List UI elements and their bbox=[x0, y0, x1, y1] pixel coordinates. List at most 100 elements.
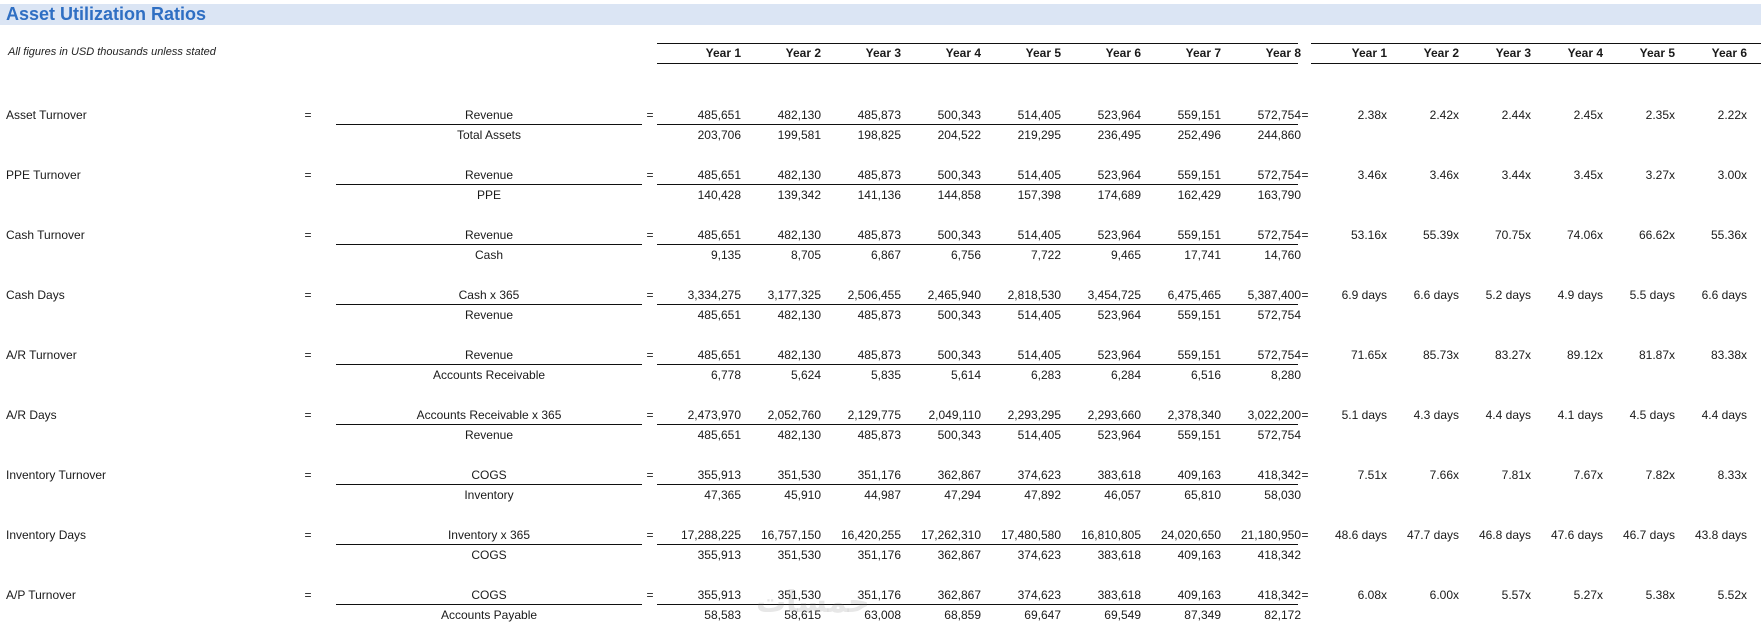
denominator-value: 559,151 bbox=[1177, 428, 1221, 442]
numerator-value: 374,623 bbox=[1017, 468, 1061, 482]
numerator-value: 2,049,110 bbox=[928, 408, 982, 422]
ratio-result: 4.4 days bbox=[1701, 408, 1747, 422]
denominator-value: 482,130 bbox=[777, 308, 821, 322]
denominator-value: 485,873 bbox=[857, 308, 901, 322]
numerator-value: 362,867 bbox=[937, 588, 981, 602]
equals-sign: = bbox=[646, 468, 654, 482]
denominator-value: 47,365 bbox=[704, 488, 741, 502]
ratio-result: 4.1 days bbox=[1557, 408, 1603, 422]
numerator-value: 16,810,805 bbox=[1080, 528, 1141, 542]
numerator-value: 383,618 bbox=[1097, 468, 1141, 482]
denominator-label: PPE bbox=[476, 188, 501, 202]
ratio-result: 5.38x bbox=[1645, 588, 1675, 602]
denominator-value: 219,295 bbox=[1017, 128, 1061, 142]
denominator-value: 139,342 bbox=[777, 188, 821, 202]
value-fraction-bar bbox=[657, 424, 1298, 425]
ratio-result: 4.4 days bbox=[1485, 408, 1531, 422]
numerator-label: COGS bbox=[471, 588, 507, 602]
denominator-value: 500,343 bbox=[937, 308, 981, 322]
denominator-value: 374,623 bbox=[1017, 548, 1061, 562]
header-bottom-rule-right bbox=[1311, 63, 1761, 64]
equals-sign: = bbox=[646, 588, 654, 602]
numerator-label: Revenue bbox=[464, 348, 514, 362]
equals-sign: = bbox=[304, 168, 312, 182]
ratio-result: 6.00x bbox=[1429, 588, 1459, 602]
denominator-value: 409,163 bbox=[1177, 548, 1221, 562]
numerator-label: Revenue bbox=[464, 228, 514, 242]
equals-sign: = bbox=[1301, 108, 1309, 122]
numerator-value: 6,475,465 bbox=[1167, 288, 1221, 302]
numerator-value: 485,651 bbox=[697, 108, 741, 122]
equals-sign: = bbox=[304, 288, 312, 302]
equals-sign: = bbox=[1301, 528, 1309, 542]
ratio-result: 7.67x bbox=[1573, 468, 1603, 482]
denominator-value: 236,495 bbox=[1097, 128, 1141, 142]
year-header-right: Year 2 bbox=[1423, 46, 1459, 60]
equals-sign: = bbox=[646, 348, 654, 362]
ratio-result: 5.57x bbox=[1501, 588, 1531, 602]
ratio-name: A/P Turnover bbox=[6, 588, 76, 602]
numerator-value: 500,343 bbox=[937, 228, 981, 242]
denominator-value: 144,858 bbox=[937, 188, 981, 202]
ratio-result: 5.5 days bbox=[1629, 288, 1675, 302]
denominator-value: 198,825 bbox=[857, 128, 901, 142]
equals-sign: = bbox=[646, 408, 654, 422]
numerator-value: 523,964 bbox=[1097, 348, 1141, 362]
ratio-name: Cash Days bbox=[6, 288, 65, 302]
ratio-result: 43.8 days bbox=[1694, 528, 1747, 542]
numerator-value: 572,754 bbox=[1257, 108, 1301, 122]
denominator-value: 5,835 bbox=[870, 368, 901, 382]
denominator-value: 14,760 bbox=[1264, 248, 1301, 262]
denominator-label: Accounts Receivable bbox=[432, 368, 546, 382]
denominator-value: 69,647 bbox=[1024, 608, 1061, 622]
numerator-value: 409,163 bbox=[1177, 588, 1221, 602]
ratio-result: 55.39x bbox=[1422, 228, 1459, 242]
numerator-value: 5,387,400 bbox=[1247, 288, 1301, 302]
equals-sign: = bbox=[1301, 348, 1309, 362]
numerator-value: 500,343 bbox=[937, 108, 981, 122]
denominator-value: 140,428 bbox=[697, 188, 741, 202]
numerator-value: 514,405 bbox=[1017, 348, 1061, 362]
denominator-value: 8,280 bbox=[1270, 368, 1301, 382]
ratio-result: 2.22x bbox=[1717, 108, 1747, 122]
numerator-value: 500,343 bbox=[937, 348, 981, 362]
denominator-value: 163,790 bbox=[1257, 188, 1301, 202]
numerator-value: 16,420,255 bbox=[840, 528, 901, 542]
denominator-value: 162,429 bbox=[1177, 188, 1221, 202]
denominator-value: 482,130 bbox=[777, 428, 821, 442]
year-header-left: Year 1 bbox=[705, 46, 741, 60]
denominator-value: 69,549 bbox=[1104, 608, 1141, 622]
equals-sign: = bbox=[646, 108, 654, 122]
ratio-result: 55.36x bbox=[1710, 228, 1747, 242]
numerator-value: 351,530 bbox=[777, 468, 821, 482]
denominator-value: 87,349 bbox=[1184, 608, 1221, 622]
denominator-value: 58,583 bbox=[704, 608, 741, 622]
numerator-value: 523,964 bbox=[1097, 168, 1141, 182]
numerator-value: 514,405 bbox=[1017, 228, 1061, 242]
numerator-value: 485,651 bbox=[697, 168, 741, 182]
year-header-left: Year 5 bbox=[1025, 46, 1061, 60]
equals-sign: = bbox=[646, 288, 654, 302]
numerator-value: 17,262,310 bbox=[920, 528, 981, 542]
ratio-name: A/R Days bbox=[6, 408, 57, 422]
ratio-result: 3.45x bbox=[1573, 168, 1603, 182]
fraction-bar bbox=[336, 244, 642, 245]
numerator-value: 2,293,660 bbox=[1087, 408, 1141, 422]
denominator-label: Revenue bbox=[464, 308, 514, 322]
page-title: Asset Utilization Ratios bbox=[6, 4, 207, 24]
fraction-bar bbox=[336, 424, 642, 425]
units-note: All figures in USD thousands unless stat… bbox=[8, 46, 216, 58]
ratio-result: 3.44x bbox=[1501, 168, 1531, 182]
denominator-value: 58,030 bbox=[1264, 488, 1301, 502]
denominator-value: 17,741 bbox=[1184, 248, 1221, 262]
numerator-label: Accounts Receivable x 365 bbox=[416, 408, 562, 422]
denominator-value: 5,614 bbox=[950, 368, 981, 382]
ratio-result: 2.35x bbox=[1645, 108, 1675, 122]
ratio-result: 5.27x bbox=[1573, 588, 1603, 602]
denominator-value: 559,151 bbox=[1177, 308, 1221, 322]
equals-sign: = bbox=[646, 228, 654, 242]
denominator-value: 68,859 bbox=[944, 608, 981, 622]
numerator-value: 418,342 bbox=[1257, 588, 1301, 602]
ratio-result: 89.12x bbox=[1566, 348, 1603, 362]
equals-sign: = bbox=[1301, 588, 1309, 602]
